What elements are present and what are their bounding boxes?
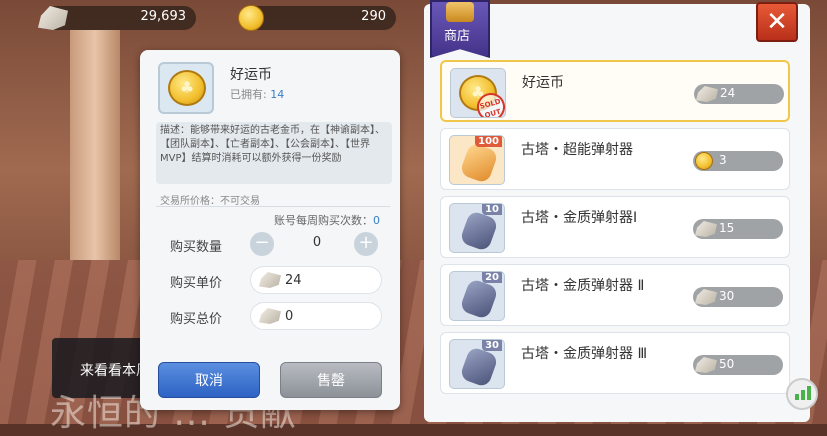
price-value: 30 bbox=[719, 289, 735, 303]
ore-icon bbox=[695, 289, 717, 305]
gold-currency-bar: 290 bbox=[238, 5, 396, 31]
quantity-badge: 100 bbox=[475, 136, 502, 147]
pillar-decoration bbox=[70, 30, 120, 260]
item-icon-frame bbox=[158, 62, 214, 114]
shop-item-gold-launcher-3[interactable]: 30 古塔・金质弹射器 Ⅲ 50 bbox=[440, 332, 790, 394]
owned-value: 14 bbox=[270, 88, 285, 101]
item-name: 好运币 bbox=[522, 75, 564, 91]
quantity-value[interactable]: 0 bbox=[290, 235, 344, 250]
launcher-icon bbox=[459, 277, 499, 320]
unit-price-value: 24 bbox=[285, 273, 302, 288]
cancel-button[interactable]: 取消 bbox=[158, 362, 260, 398]
item-price: 15 bbox=[693, 219, 783, 239]
weekly-limit: 账号每周购买次数：0 bbox=[274, 212, 380, 228]
price-value: 15 bbox=[719, 221, 735, 235]
ore-icon bbox=[695, 357, 717, 373]
gold-coin-icon bbox=[695, 152, 713, 170]
ore-icon bbox=[696, 86, 718, 102]
ore-icon bbox=[259, 272, 281, 288]
divider bbox=[156, 206, 390, 207]
trade-price: 交易所价格：不可交易 bbox=[160, 196, 260, 207]
launcher-icon bbox=[459, 141, 499, 184]
ore-currency-bar: 29,693 bbox=[38, 6, 196, 30]
increase-button[interactable]: + bbox=[354, 232, 378, 256]
shop-item-lucky-coin[interactable]: SOLD OUT 好运币 24 bbox=[440, 60, 790, 122]
item-description: 描述：能够带来好运的古老金币，在【神谕副本】、【团队副本】、【亡者副本】、【公会… bbox=[156, 122, 392, 184]
treasure-chest-icon bbox=[446, 2, 474, 22]
price-value: 50 bbox=[719, 357, 735, 371]
shop-item-gold-launcher-2[interactable]: 20 古塔・金质弹射器 Ⅱ 30 bbox=[440, 264, 790, 326]
item-price: 30 bbox=[693, 287, 783, 307]
price-value: 24 bbox=[720, 86, 736, 100]
item-thumbnail: SOLD OUT bbox=[450, 68, 506, 118]
total-price-field: 0 bbox=[250, 302, 382, 330]
item-name: 好运币 bbox=[230, 67, 272, 83]
item-price: 24 bbox=[694, 84, 784, 104]
item-name: 古塔・金质弹射器 Ⅲ bbox=[521, 346, 648, 362]
signal-strength-icon[interactable] bbox=[786, 378, 818, 410]
ore-icon bbox=[695, 221, 717, 237]
decrease-button[interactable]: − bbox=[250, 232, 274, 256]
item-thumbnail: 10 bbox=[449, 203, 505, 253]
item-thumbnail: 100 bbox=[449, 135, 505, 185]
weekly-limit-value: 0 bbox=[373, 214, 380, 227]
gold-coin-icon bbox=[238, 5, 264, 31]
close-button[interactable]: ✕ bbox=[756, 2, 798, 42]
item-name: 古塔・超能弹射器 bbox=[521, 142, 633, 158]
quantity-badge: 20 bbox=[482, 272, 502, 283]
shop-title: 商店 bbox=[444, 29, 471, 44]
item-price: 3 bbox=[693, 151, 783, 171]
unit-price-label: 购买单价 bbox=[170, 276, 223, 291]
owned-count: 已拥有: 14 bbox=[230, 86, 284, 102]
quantity-badge: 10 bbox=[482, 204, 502, 215]
weekly-limit-label: 账号每周购买次数： bbox=[274, 214, 373, 227]
launcher-icon bbox=[459, 209, 499, 252]
ore-icon bbox=[259, 308, 281, 324]
quantity-label: 购买数量 bbox=[170, 240, 223, 255]
sold-out-button[interactable]: 售罄 bbox=[280, 362, 382, 398]
gold-amount: 290 bbox=[361, 9, 386, 24]
lucky-coin-icon bbox=[168, 70, 206, 106]
item-name: 古塔・金质弹射器Ⅰ bbox=[521, 210, 638, 226]
shop-item-gold-launcher-1[interactable]: 10 古塔・金质弹射器Ⅰ 15 bbox=[440, 196, 790, 258]
shop-item-super-launcher[interactable]: 100 古塔・超能弹射器 3 bbox=[440, 128, 790, 190]
item-detail-panel: 好运币 已拥有: 14 描述：能够带来好运的古老金币，在【神谕副本】、【团队副本… bbox=[140, 50, 400, 410]
quantity-badge: 30 bbox=[482, 340, 502, 351]
item-thumbnail: 30 bbox=[449, 339, 505, 389]
launcher-icon bbox=[459, 345, 499, 388]
price-value: 3 bbox=[719, 153, 727, 167]
quantity-stepper: − 0 + bbox=[250, 232, 384, 256]
item-name: 古塔・金质弹射器 Ⅱ bbox=[521, 278, 645, 294]
item-price: 50 bbox=[693, 355, 783, 375]
owned-label: 已拥有: bbox=[230, 88, 267, 101]
ore-amount: 29,693 bbox=[140, 9, 187, 24]
total-price-label: 购买总价 bbox=[170, 312, 223, 327]
total-price-value: 0 bbox=[285, 309, 294, 324]
unit-price-field: 24 bbox=[250, 266, 382, 294]
item-thumbnail: 20 bbox=[449, 271, 505, 321]
